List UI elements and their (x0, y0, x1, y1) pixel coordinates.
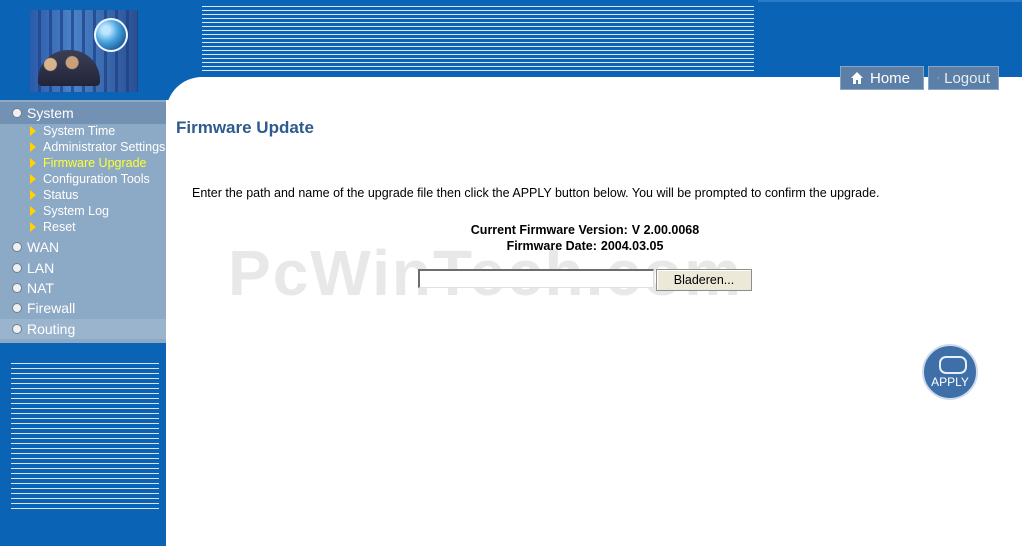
sidebar-section-firewall[interactable]: Firewall (0, 298, 166, 318)
logout-button[interactable]: Logout (928, 66, 999, 90)
running-person-icon (937, 77, 939, 79)
sidebar-section-lan[interactable]: LAN (0, 258, 166, 278)
browse-button[interactable]: Bladeren... (656, 269, 752, 291)
mouse-icon (939, 356, 967, 374)
sidebar-item-configuration-tools[interactable]: Configuration Tools (30, 171, 150, 187)
sidebar-section-system[interactable]: System (0, 102, 166, 124)
arrow-right-icon (30, 190, 36, 200)
header-stripes (202, 6, 754, 72)
bullet-icon (12, 263, 22, 273)
upgrade-file-input[interactable] (418, 269, 654, 288)
header-topline (758, 0, 1022, 2)
brand-logo (30, 10, 138, 92)
date-label: Firmware Date: (506, 239, 597, 253)
sidebar-item-label: System Time (43, 124, 116, 138)
sidebar-item-label: System Log (43, 204, 110, 218)
bullet-icon (12, 283, 22, 293)
section-label: Firewall (27, 300, 76, 316)
home-icon (851, 72, 863, 84)
apply-label: APPLY (931, 375, 969, 389)
sidebar-section-wan[interactable]: WAN (0, 237, 166, 257)
sidebar-menu: System System Time Administrator Setting… (0, 100, 166, 343)
page-title: Firmware Update (176, 118, 314, 137)
apply-button[interactable]: APPLY (922, 344, 978, 400)
bullet-icon (12, 303, 22, 313)
arrow-right-icon (30, 222, 36, 232)
globe-icon (94, 18, 128, 52)
arrow-right-icon (30, 126, 36, 136)
home-label: Home (870, 69, 911, 87)
date-value: 2004.03.05 (600, 239, 664, 253)
arrow-right-icon (30, 174, 36, 184)
version-label: Current Firmware Version: (470, 223, 628, 237)
home-button[interactable]: Home (840, 66, 924, 90)
section-label: System (27, 105, 74, 121)
sidebar-item-label: Firmware Upgrade (43, 156, 147, 170)
bullet-icon (12, 242, 22, 252)
section-label: Routing (27, 321, 76, 337)
sidebar-item-administrator-settings[interactable]: Administrator Settings (30, 139, 165, 155)
sidebar-item-label: Configuration Tools (43, 172, 150, 186)
firmware-info: Current Firmware Version: V 2.00.0068 Fir… (400, 222, 770, 254)
sidebar-item-label: Reset (43, 220, 76, 234)
sidebar-stripes (11, 363, 159, 509)
section-label: WAN (27, 239, 60, 255)
sidebar-item-label: Status (43, 188, 79, 202)
instruction-text: Enter the path and name of the upgrade f… (192, 186, 880, 200)
firmware-date-line: Firmware Date: 2004.03.05 (400, 238, 770, 254)
sidebar-item-status[interactable]: Status (30, 187, 78, 203)
sidebar-item-system-log[interactable]: System Log (30, 203, 109, 219)
firmware-version-line: Current Firmware Version: V 2.00.0068 (400, 222, 770, 238)
sidebar-item-firmware-upgrade[interactable]: Firmware Upgrade (30, 155, 147, 171)
arrow-right-icon (30, 206, 36, 216)
sidebar: System System Time Administrator Setting… (0, 100, 166, 546)
section-label: LAN (27, 260, 55, 276)
sidebar-item-system-time[interactable]: System Time (30, 123, 115, 139)
sidebar-section-nat[interactable]: NAT (0, 278, 166, 298)
sidebar-item-reset[interactable]: Reset (30, 219, 76, 235)
arrow-right-icon (30, 158, 36, 168)
logout-label: Logout (944, 69, 990, 87)
section-label: NAT (27, 280, 54, 296)
bullet-icon (12, 324, 22, 334)
arrow-right-icon (30, 142, 36, 152)
bullet-icon (12, 108, 22, 118)
sidebar-item-label: Administrator Settings (43, 140, 166, 154)
sidebar-section-routing[interactable]: Routing (0, 319, 166, 339)
header-bar: Home Logout (0, 0, 1022, 137)
version-value: V 2.00.0068 (631, 223, 700, 237)
